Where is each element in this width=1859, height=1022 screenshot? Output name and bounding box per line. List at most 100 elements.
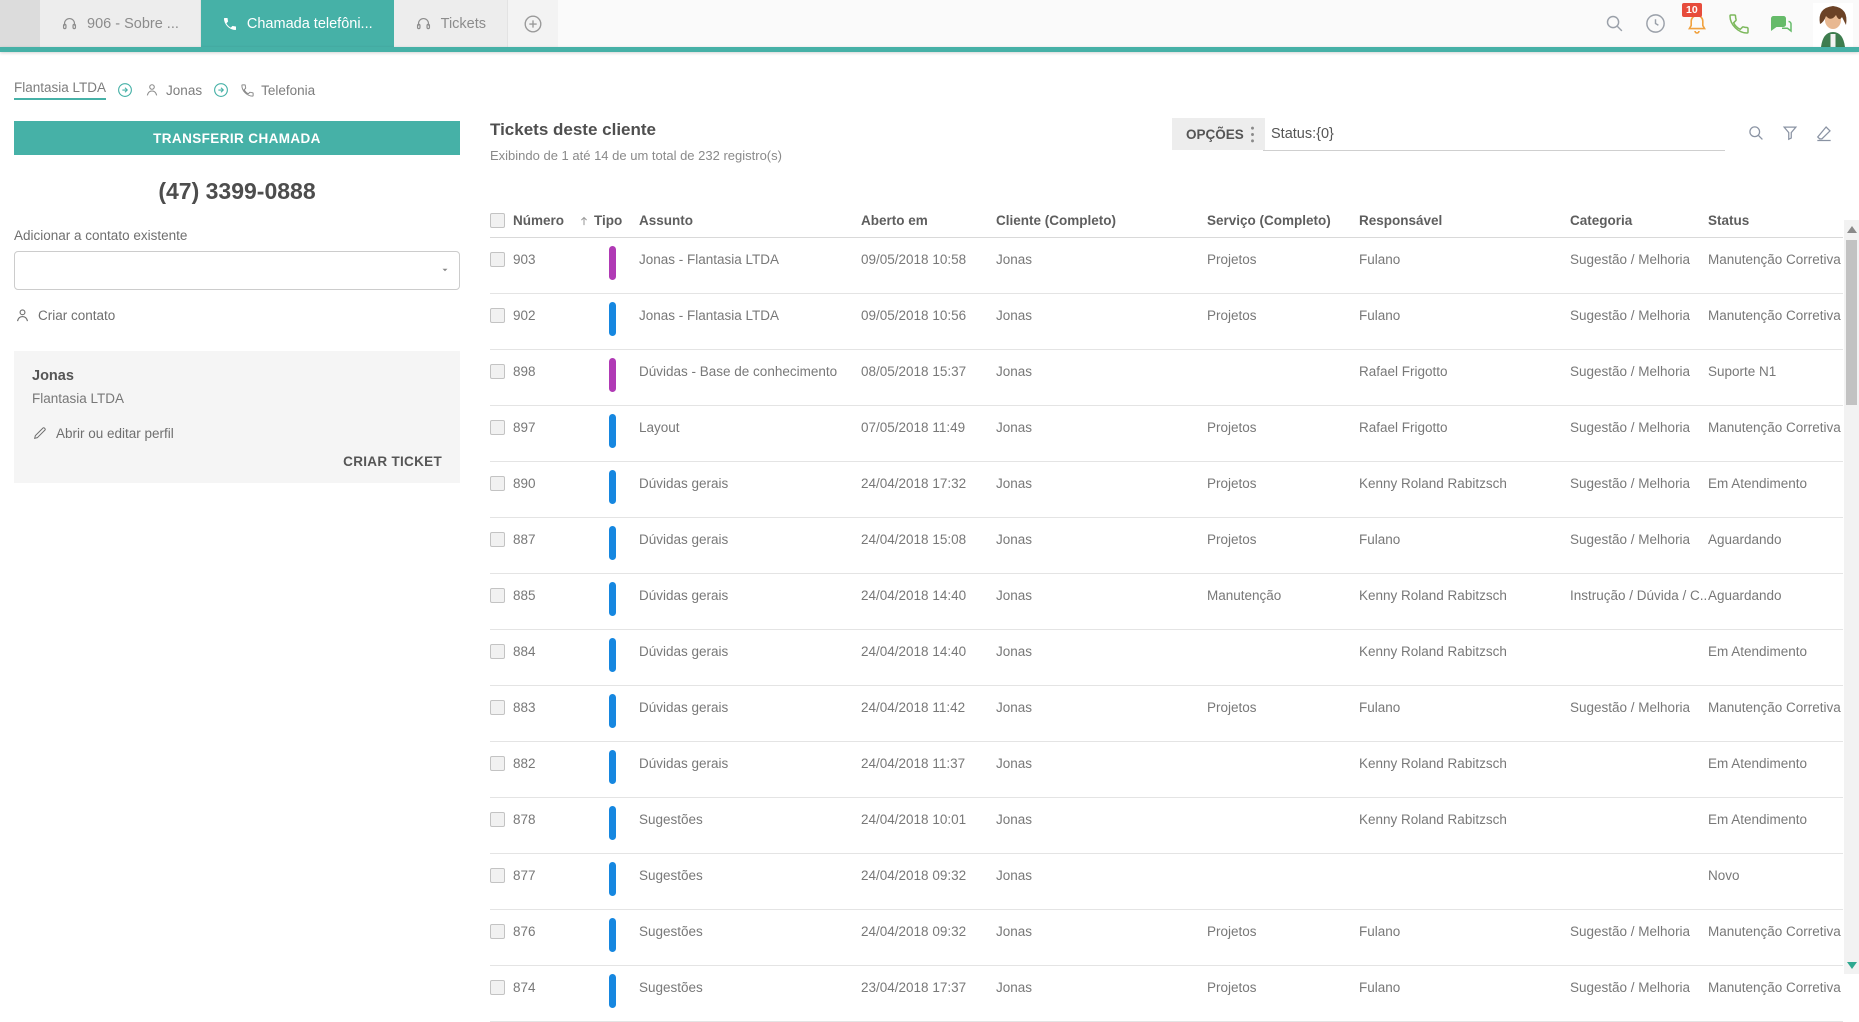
select-all-checkbox[interactable] — [490, 213, 505, 228]
row-checkbox[interactable] — [490, 756, 505, 771]
cell-categoria: Sugestão / Melhoria — [1570, 700, 1691, 715]
create-contact-link[interactable]: Criar contato — [14, 307, 460, 324]
search-icon[interactable] — [1603, 12, 1626, 35]
table-row[interactable]: 897 Layout 07/05/2018 11:49 Jonas Projet… — [490, 406, 1843, 462]
cell-servico: Manutenção — [1207, 588, 1282, 603]
table-row[interactable]: 885 Dúvidas gerais 24/04/2018 14:40 Jona… — [490, 574, 1843, 630]
avatar[interactable] — [1813, 0, 1853, 47]
column-numero[interactable]: Número — [513, 213, 577, 228]
cell-numero: 883 — [513, 700, 536, 715]
row-checkbox[interactable] — [490, 588, 505, 603]
type-color-bar — [609, 526, 616, 560]
type-color-bar — [609, 862, 616, 896]
cell-servico — [1207, 350, 1359, 405]
row-checkbox[interactable] — [490, 812, 505, 827]
cell-responsavel: Kenny Roland Rabitzsch — [1359, 644, 1507, 659]
breadcrumb-company-link[interactable]: Flantasia LTDA — [14, 80, 107, 100]
table-row[interactable]: 902 Jonas - Flantasia LTDA 09/05/2018 10… — [490, 294, 1843, 350]
edit-profile-label: Abrir ou editar perfil — [56, 425, 174, 441]
cell-cliente: Jonas — [996, 924, 1033, 939]
cell-aberto-em: 09/05/2018 10:56 — [861, 308, 967, 323]
scrollbar-thumb[interactable] — [1846, 240, 1857, 405]
chat-icon[interactable] — [1769, 12, 1795, 36]
create-ticket-button[interactable]: CRIAR TICKET — [32, 454, 442, 469]
row-checkbox[interactable] — [490, 644, 505, 659]
row-checkbox[interactable] — [490, 364, 505, 379]
phone-icon[interactable] — [1727, 12, 1751, 36]
cell-categoria: Sugestão / Melhoria — [1570, 532, 1691, 547]
table-row[interactable]: 887 Dúvidas gerais 24/04/2018 15:08 Jona… — [490, 518, 1843, 574]
row-checkbox[interactable] — [490, 532, 505, 547]
row-checkbox[interactable] — [490, 476, 505, 491]
column-aberto-em[interactable]: Aberto em — [861, 213, 996, 228]
table-row[interactable]: 877 Sugestões 24/04/2018 09:32 Jonas Nov… — [490, 854, 1843, 910]
cell-aberto-em: 24/04/2018 15:08 — [861, 532, 967, 547]
cell-servico: Projetos — [1207, 924, 1257, 939]
edit-profile-link[interactable]: Abrir ou editar perfil — [32, 425, 442, 441]
table-row[interactable]: 898 Dúvidas - Base de conhecimento 08/05… — [490, 350, 1843, 406]
scroll-up-arrow[interactable] — [1847, 226, 1857, 233]
tab-label: 906 - Sobre ... — [87, 15, 179, 32]
row-checkbox[interactable] — [490, 252, 505, 267]
row-checkbox[interactable] — [490, 308, 505, 323]
filter-input-wrap — [1263, 117, 1741, 151]
column-tipo[interactable]: Tipo — [577, 213, 639, 228]
filter-input[interactable] — [1263, 117, 1741, 150]
eraser-icon[interactable] — [1814, 123, 1834, 143]
table-row[interactable]: 874 Sugestões 23/04/2018 17:37 Jonas Pro… — [490, 966, 1843, 1022]
cell-cliente: Jonas — [996, 420, 1033, 435]
pencil-icon — [32, 425, 48, 441]
cell-aberto-em: 07/05/2018 11:49 — [861, 420, 966, 435]
table-row[interactable]: 876 Sugestões 24/04/2018 09:32 Jonas Pro… — [490, 910, 1843, 966]
cell-assunto: Dúvidas - Base de conhecimento — [639, 364, 838, 379]
cell-assunto: Dúvidas gerais — [639, 756, 729, 771]
row-checkbox[interactable] — [490, 924, 505, 939]
table-row[interactable]: 882 Dúvidas gerais 24/04/2018 11:37 Jona… — [490, 742, 1843, 798]
column-status[interactable]: Status — [1708, 213, 1843, 228]
cell-status: Novo — [1708, 868, 1740, 883]
tab-chamada-telefonica[interactable]: Chamada telefôni... — [200, 0, 394, 47]
vertical-scrollbar[interactable] — [1844, 220, 1859, 974]
tab-label: Tickets — [440, 15, 487, 32]
new-tab-button[interactable] — [508, 0, 559, 47]
table-row[interactable]: 890 Dúvidas gerais 24/04/2018 17:32 Jona… — [490, 462, 1843, 518]
cell-status: Em Atendimento — [1708, 476, 1808, 491]
cell-responsavel: Fulano — [1359, 532, 1401, 547]
table-row[interactable]: 884 Dúvidas gerais 24/04/2018 14:40 Jona… — [490, 630, 1843, 686]
row-checkbox[interactable] — [490, 420, 505, 435]
cell-assunto: Sugestões — [639, 868, 703, 883]
bell-icon[interactable]: 10 — [1682, 2, 1709, 36]
cell-responsavel: Kenny Roland Rabitzsch — [1359, 756, 1507, 771]
tab-906-sobre[interactable]: 906 - Sobre ... — [40, 0, 201, 47]
cell-cliente: Jonas — [996, 812, 1033, 827]
contact-select[interactable] — [14, 251, 460, 290]
row-checkbox[interactable] — [490, 980, 505, 995]
column-responsavel[interactable]: Responsável — [1359, 213, 1570, 228]
table-row[interactable]: 878 Sugestões 24/04/2018 10:01 Jonas Ken… — [490, 798, 1843, 854]
phone-icon — [222, 16, 238, 32]
transfer-call-button[interactable]: TRANSFERIR CHAMADA — [14, 121, 460, 155]
table-row[interactable]: 883 Dúvidas gerais 24/04/2018 11:42 Jona… — [490, 686, 1843, 742]
column-servico[interactable]: Serviço (Completo) — [1207, 213, 1359, 228]
row-checkbox[interactable] — [490, 700, 505, 715]
tab-tickets[interactable]: Tickets — [393, 0, 509, 47]
search-icon[interactable] — [1746, 123, 1766, 143]
cell-assunto: Dúvidas gerais — [639, 476, 729, 491]
cell-aberto-em: 24/04/2018 17:32 — [861, 476, 967, 491]
column-cliente[interactable]: Cliente (Completo) — [996, 213, 1207, 228]
contact-card: Jonas Flantasia LTDA Abrir ou editar per… — [14, 351, 460, 483]
cell-assunto: Dúvidas gerais — [639, 700, 729, 715]
filter-icon[interactable] — [1780, 123, 1800, 143]
cell-cliente: Jonas — [996, 588, 1033, 603]
scroll-down-arrow[interactable] — [1847, 962, 1857, 969]
clock-icon[interactable] — [1644, 12, 1667, 35]
table-row[interactable]: 903 Jonas - Flantasia LTDA 09/05/2018 10… — [490, 238, 1843, 294]
breadcrumb-contact[interactable]: Jonas — [144, 82, 202, 98]
type-color-bar — [609, 470, 616, 504]
options-button-label: OPÇÕES — [1186, 126, 1244, 142]
row-checkbox[interactable] — [490, 868, 505, 883]
column-categoria[interactable]: Categoria — [1570, 213, 1708, 228]
options-button[interactable]: OPÇÕES — [1172, 118, 1265, 150]
column-assunto[interactable]: Assunto — [639, 213, 861, 228]
breadcrumb-section[interactable]: Telefonia — [240, 83, 315, 98]
